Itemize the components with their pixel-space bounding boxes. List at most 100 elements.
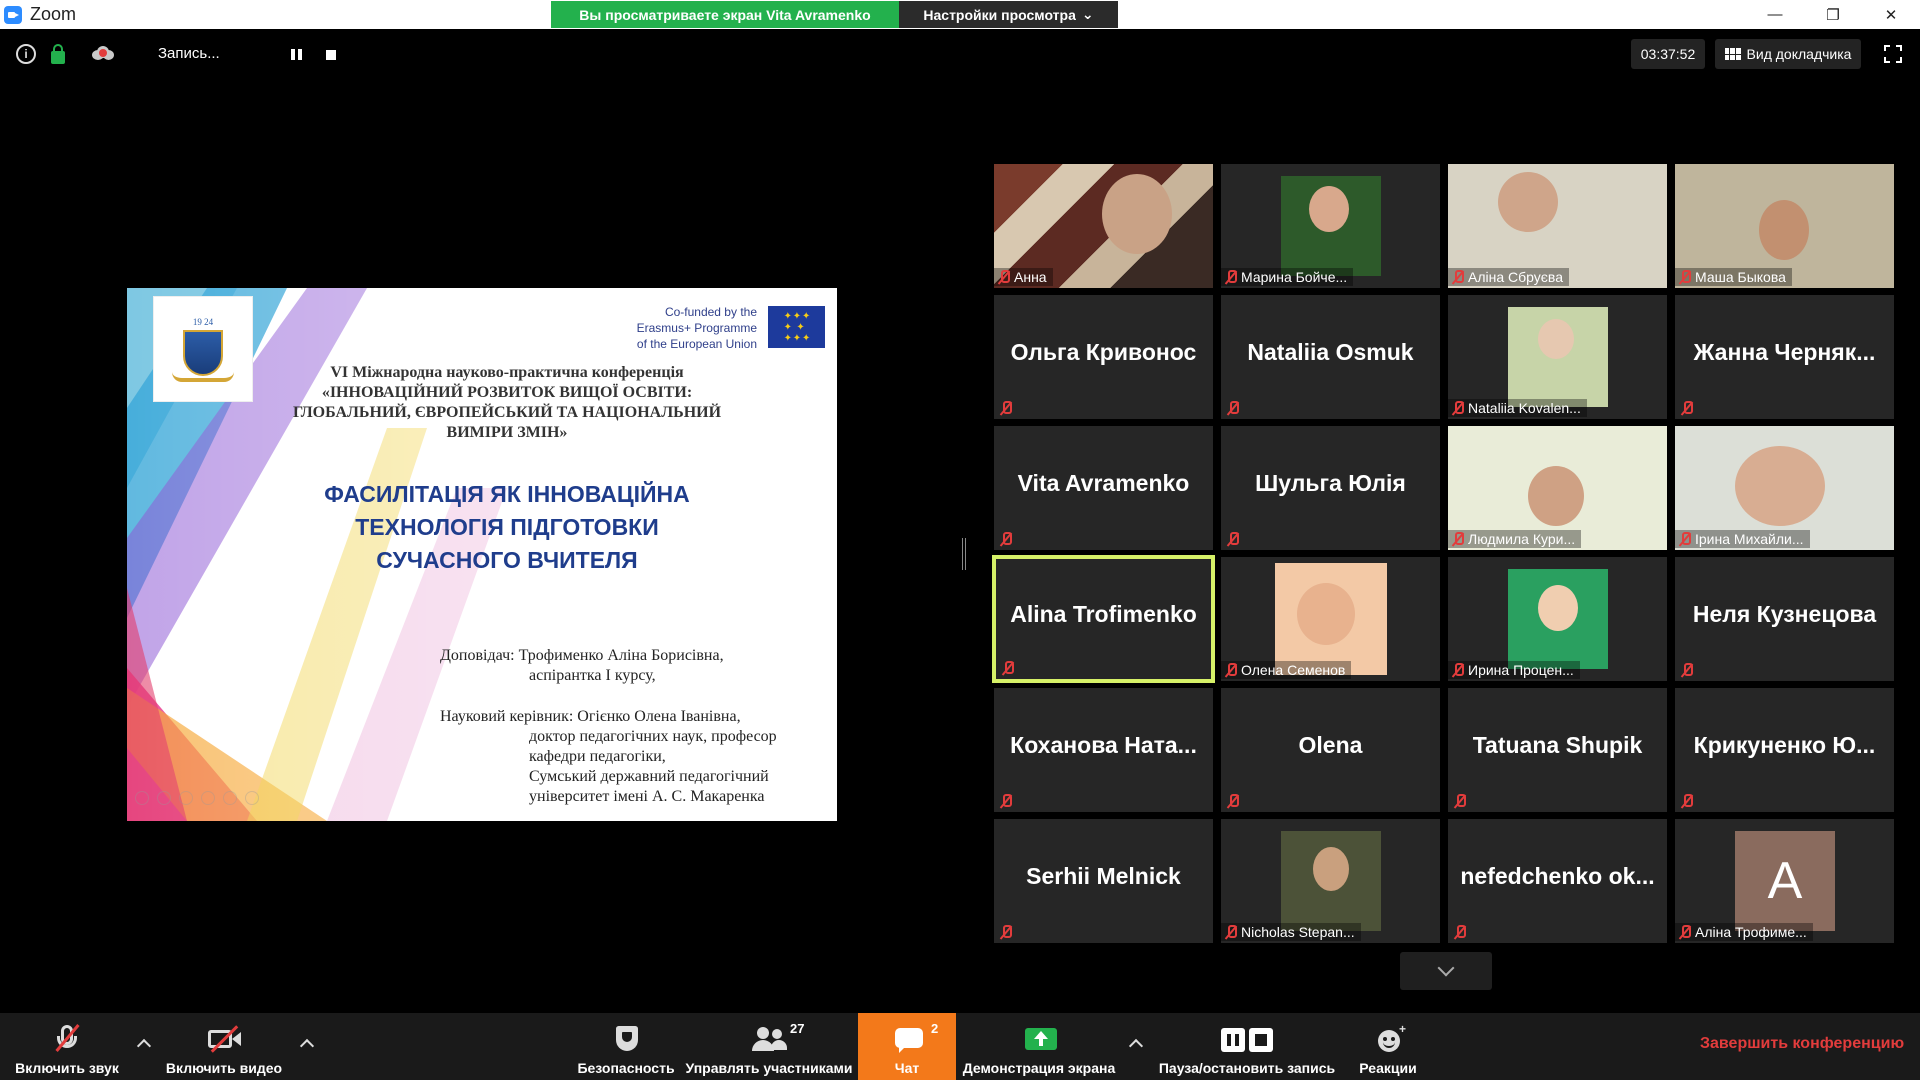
avatar: A bbox=[1735, 831, 1835, 931]
participant-name: Ірина Михайли... bbox=[1695, 531, 1804, 547]
manage-participants-button[interactable]: Управлять участниками bbox=[684, 1013, 854, 1080]
stop-recording-icon[interactable] bbox=[326, 50, 336, 60]
view-options-button[interactable]: Настройки просмотра ⌄ bbox=[899, 1, 1118, 28]
participant-name: Коханова Ната... bbox=[1010, 731, 1197, 758]
start-video-button[interactable]: Включить видео bbox=[165, 1013, 283, 1080]
participant-tile[interactable]: Жанна Черняк... bbox=[1675, 295, 1894, 419]
pause-recording-icon[interactable] bbox=[291, 49, 302, 60]
slides-icon[interactable] bbox=[201, 791, 215, 805]
participant-tile[interactable]: Ирина Процен... bbox=[1448, 557, 1667, 681]
view-options-label: Настройки просмотра bbox=[923, 6, 1076, 23]
muted-mic-icon bbox=[1002, 661, 1014, 675]
next-slide-icon[interactable] bbox=[157, 791, 171, 805]
zoom-slide-icon[interactable] bbox=[223, 791, 237, 805]
advisor-line: доктор педагогічних наук, професор bbox=[529, 728, 777, 745]
chat-unread-count: 2 bbox=[931, 1021, 939, 1036]
end-meeting-button[interactable]: Завершить конференцию bbox=[1700, 1035, 1904, 1053]
participant-name: nefedchenko ok... bbox=[1460, 862, 1655, 889]
participant-tile[interactable]: nefedchenko ok... bbox=[1448, 819, 1667, 943]
participant-tile[interactable]: Vita Avramenko bbox=[994, 426, 1213, 550]
grid-view-icon bbox=[1724, 48, 1741, 60]
restore-button[interactable]: ❐ bbox=[1804, 0, 1862, 29]
participant-name: Nicholas Stepan... bbox=[1241, 924, 1355, 940]
participant-tile[interactable]: A Аліна Трофиме... bbox=[1675, 819, 1894, 943]
muted-mic-icon bbox=[1227, 794, 1239, 808]
minimize-button[interactable]: — bbox=[1746, 0, 1804, 29]
participant-name: Олена Семенов bbox=[1241, 662, 1346, 678]
talk-title-line: ФАСИЛІТАЦІЯ ЯК ІННОВАЦІЙНА bbox=[324, 481, 690, 507]
participant-video bbox=[1281, 176, 1381, 276]
university-logo: 19 24 bbox=[153, 296, 253, 402]
laurel-icon bbox=[172, 372, 234, 382]
participant-label: Ирина Процен... bbox=[1448, 661, 1580, 679]
more-options-icon[interactable] bbox=[245, 791, 259, 805]
pen-icon[interactable] bbox=[179, 791, 193, 805]
advisor-info: Науковий керівник: Огієнко Олена Іванівн… bbox=[440, 707, 777, 807]
advisor-line: університет імені А. С. Макаренка bbox=[529, 788, 765, 805]
participant-tile[interactable]: Крикуненко Ю... bbox=[1675, 688, 1894, 812]
participant-video bbox=[1508, 569, 1608, 669]
share-screen-button[interactable]: Демонстрация экрана bbox=[960, 1013, 1118, 1080]
muted-mic-icon bbox=[1225, 663, 1237, 677]
participant-tile[interactable]: Nicholas Stepan... bbox=[1221, 819, 1440, 943]
gallery-next-page-button[interactable] bbox=[1400, 952, 1492, 990]
cloud-recording-icon[interactable] bbox=[92, 46, 114, 60]
participant-tile[interactable]: Маша Быкова bbox=[1675, 164, 1894, 288]
close-window-button[interactable]: ✕ bbox=[1862, 0, 1920, 29]
conference-title-line: VI Міжнародна науково-практична конферен… bbox=[330, 364, 684, 381]
muted-mic-icon bbox=[1454, 925, 1466, 939]
participant-tile[interactable]: Alina Trofimenko bbox=[992, 555, 1215, 683]
encryption-lock-icon[interactable] bbox=[51, 44, 65, 64]
recording-status: Запись... bbox=[158, 45, 220, 62]
chat-button[interactable]: Чат bbox=[858, 1013, 956, 1080]
participant-tile[interactable]: Nataliia Kovalen... bbox=[1448, 295, 1667, 419]
eu-flag-icon: ✦ ✦ ✦ ✦ ✦ ✦ ✦ ✦ bbox=[768, 306, 825, 348]
participant-tile[interactable]: Неля Кузнецова bbox=[1675, 557, 1894, 681]
participant-name: Жанна Черняк... bbox=[1693, 338, 1876, 365]
participant-tile[interactable]: Олена Семенов bbox=[1221, 557, 1440, 681]
participant-tile[interactable]: Аліна Сбруєва bbox=[1448, 164, 1667, 288]
smiley-plus-icon: + bbox=[1368, 1022, 1408, 1056]
fullscreen-icon[interactable] bbox=[1884, 45, 1902, 63]
participant-tile[interactable]: Шульга Юлія bbox=[1221, 426, 1440, 550]
audio-options-caret[interactable] bbox=[136, 1038, 152, 1054]
participant-name: Аліна Сбруєва bbox=[1468, 269, 1563, 285]
participant-tile[interactable]: Ірина Михайли... bbox=[1675, 426, 1894, 550]
participant-tile[interactable]: Людмила Кури... bbox=[1448, 426, 1667, 550]
muted-mic-icon bbox=[1454, 794, 1466, 808]
prev-slide-icon[interactable] bbox=[135, 791, 149, 805]
participant-tile[interactable]: Марина Бойче... bbox=[1221, 164, 1440, 288]
conference-title-line: «ІННОВАЦІЙНИЙ РОЗВИТОК ВИЩОЇ ОСВІТИ: bbox=[321, 384, 693, 401]
security-button[interactable]: Безопасность bbox=[577, 1013, 675, 1080]
participant-tile[interactable]: Ольга Кривонос bbox=[994, 295, 1213, 419]
participants-icon bbox=[749, 1022, 789, 1056]
panel-splitter-handle[interactable] bbox=[962, 538, 966, 570]
participant-label: Анна bbox=[994, 268, 1053, 286]
participant-tile[interactable]: Анна bbox=[994, 164, 1213, 288]
muted-mic-icon bbox=[1225, 925, 1237, 939]
participant-video bbox=[1508, 307, 1608, 407]
advisor-line: Науковий керівник: Огієнко Олена Іванівн… bbox=[440, 708, 741, 725]
participant-tile[interactable]: Serhii Melnick bbox=[994, 819, 1213, 943]
chat-bubble-icon bbox=[887, 1022, 927, 1056]
reactions-button[interactable]: + Реакции bbox=[1352, 1013, 1424, 1080]
speaker-view-label: Вид докладчика bbox=[1746, 46, 1852, 62]
participant-tile[interactable]: Tatuana Shupik bbox=[1448, 688, 1667, 812]
share-options-caret[interactable] bbox=[1128, 1038, 1144, 1054]
speaker-line: аспірантка І курсу, bbox=[529, 667, 656, 684]
participant-name: Неля Кузнецова bbox=[1692, 600, 1877, 627]
muted-mic-icon bbox=[1681, 663, 1693, 677]
meeting-info-icon[interactable]: i bbox=[16, 44, 36, 64]
speaker-view-button[interactable]: Вид докладчика bbox=[1715, 39, 1861, 69]
pause-stop-recording-button[interactable]: Пауза/остановить запись bbox=[1156, 1013, 1338, 1080]
participant-gallery: Анна Марина Бойче... Аліна Сбруєва Маша Бык… bbox=[992, 164, 1896, 944]
conference-title: VI Міжнародна науково-практична конферен… bbox=[247, 363, 767, 443]
shared-screen-slide: 19 24 Co-funded by the Erasmus+ Programm… bbox=[127, 288, 837, 821]
video-options-caret[interactable] bbox=[299, 1038, 315, 1054]
unmute-button[interactable]: Включить звук bbox=[10, 1013, 124, 1080]
participant-label: Маша Быкова bbox=[1675, 268, 1792, 286]
participant-tile[interactable]: Nataliia Osmuk bbox=[1221, 295, 1440, 419]
participant-tile[interactable]: Коханова Ната... bbox=[994, 688, 1213, 812]
participant-tile[interactable]: Olena bbox=[1221, 688, 1440, 812]
security-label: Безопасность bbox=[577, 1060, 675, 1076]
